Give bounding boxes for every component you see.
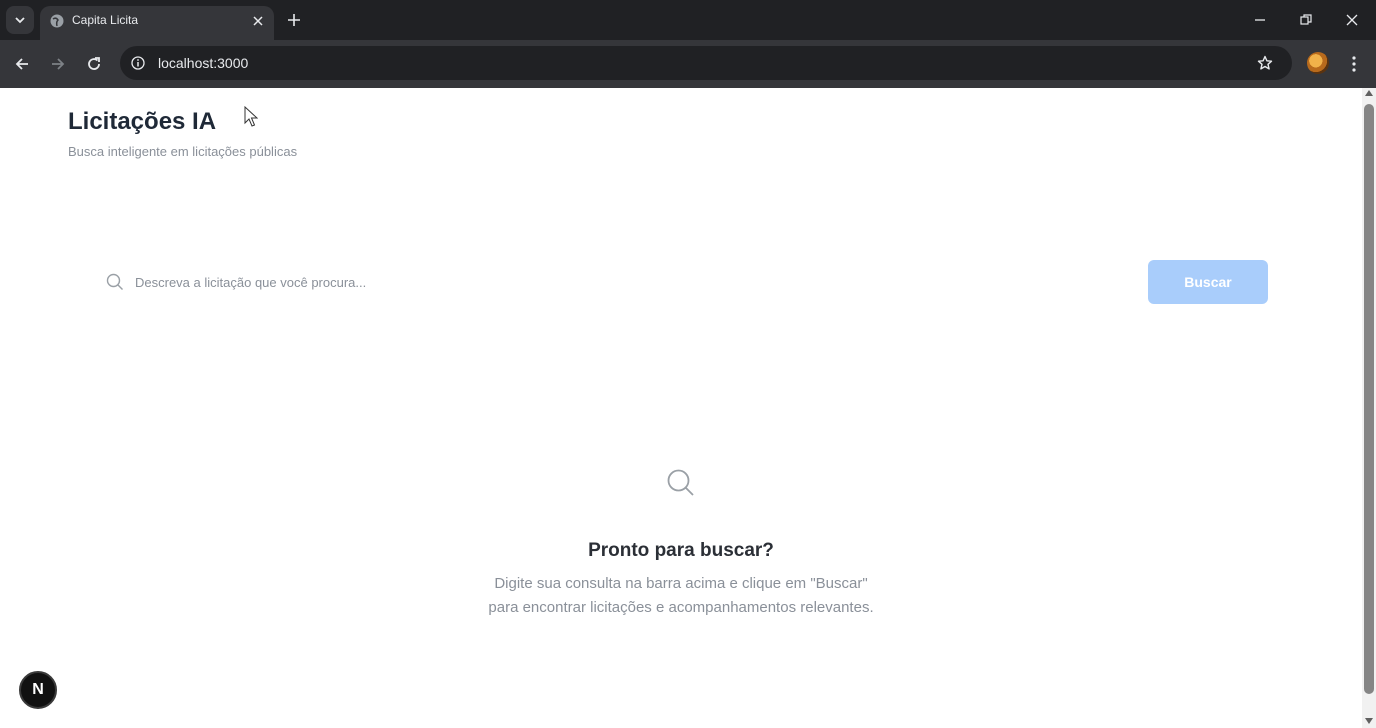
empty-state-description-line: Digite sua consulta na barra acima e cli…: [494, 575, 868, 592]
scroll-down-arrow[interactable]: [1365, 718, 1373, 724]
tab-search-button[interactable]: [6, 6, 34, 34]
page-title: Licitações IA: [68, 108, 217, 135]
back-icon: [15, 58, 28, 70]
mouse-cursor-icon: [244, 106, 258, 127]
window-close-button[interactable]: [1340, 8, 1364, 32]
browser-tab-strip: Capita Licita: [0, 0, 1376, 40]
new-tab-button[interactable]: [284, 10, 304, 30]
info-icon: [131, 56, 145, 70]
profile-avatar[interactable]: [1307, 52, 1329, 74]
address-bar[interactable]: localhost:3000: [120, 46, 1292, 80]
search-icon: [667, 469, 694, 496]
page-scrollbar[interactable]: [1362, 88, 1376, 728]
nextjs-dev-badge[interactable]: N: [19, 671, 57, 709]
empty-state: Pronto para buscar? Digite sua consulta …: [381, 468, 981, 620]
bookmark-button[interactable]: [1256, 54, 1274, 72]
window-minimize-button[interactable]: [1248, 8, 1272, 32]
reload-button[interactable]: [82, 52, 106, 76]
close-icon: [1346, 14, 1358, 26]
close-icon: [253, 16, 263, 26]
star-icon: [1257, 55, 1273, 70]
plus-icon: [288, 14, 300, 26]
browser-tab-active[interactable]: Capita Licita: [40, 6, 274, 40]
forward-button[interactable]: [46, 52, 70, 76]
page-content: Licitações IA Busca inteligente em licit…: [0, 88, 1362, 728]
browser-toolbar: localhost:3000: [0, 40, 1376, 88]
tab-title: Capita Licita: [72, 13, 139, 27]
search-icon: [106, 273, 123, 290]
browser-menu-button[interactable]: [1344, 52, 1364, 76]
tab-close-button[interactable]: [250, 13, 266, 29]
scroll-thumb[interactable]: [1364, 104, 1374, 694]
window-restore-button[interactable]: [1294, 8, 1318, 32]
empty-state-description-line: para encontrar licitações e acompanhamen…: [488, 599, 874, 616]
empty-state-title: Pronto para buscar?: [588, 540, 774, 561]
globe-icon: [50, 14, 64, 28]
reload-icon: [88, 57, 100, 70]
page-subtitle: Busca inteligente em licitações públicas: [68, 144, 298, 159]
site-info-button[interactable]: [130, 55, 146, 71]
chevron-down-icon: [15, 17, 25, 24]
forward-icon: [52, 58, 65, 70]
url-text: localhost:3000: [158, 55, 249, 71]
search-bar: [96, 259, 1136, 305]
back-button[interactable]: [10, 52, 34, 76]
search-input[interactable]: [96, 259, 1136, 305]
nextjs-logo-letter: N: [32, 681, 44, 698]
scroll-up-arrow[interactable]: [1365, 90, 1373, 96]
kebab-menu-icon: [1352, 56, 1356, 72]
minimize-icon: [1255, 19, 1265, 21]
search-button[interactable]: Buscar: [1148, 260, 1268, 304]
restore-icon: [1300, 14, 1312, 25]
